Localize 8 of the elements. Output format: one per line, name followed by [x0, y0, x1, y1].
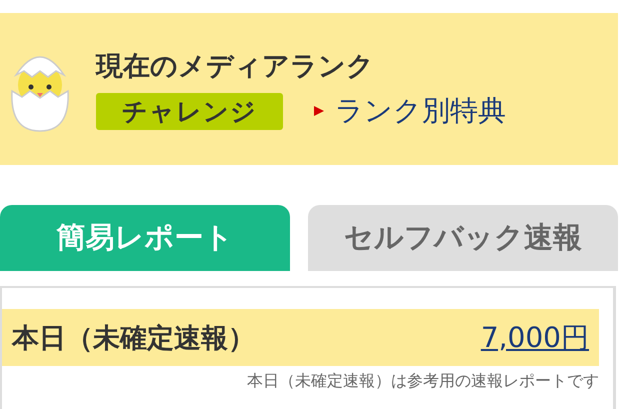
report-note: 本日（未確定速報）は参考用の速報レポートです	[246, 371, 599, 392]
triangle-icon	[313, 105, 325, 117]
amount-link[interactable]: 7,000円	[480, 318, 589, 356]
rank-benefits-link[interactable]: ランク別特典	[313, 92, 506, 130]
rank-title: 現在のメディアランク	[96, 50, 375, 84]
rank-badge: チャレンジ	[96, 92, 283, 130]
report-tab[interactable]: セルフバック速報	[308, 205, 618, 271]
report-label: 本日（未確定速報）	[12, 322, 255, 356]
